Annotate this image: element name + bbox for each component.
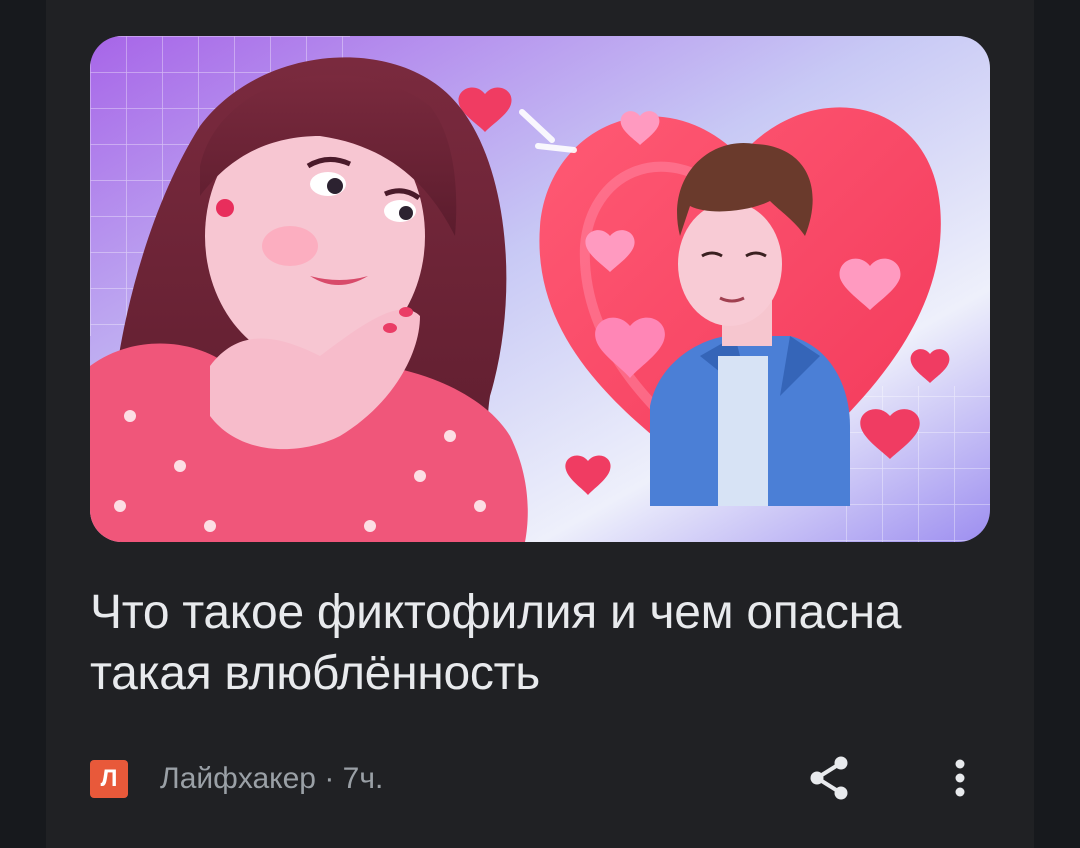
- meta-separator: ·: [316, 762, 343, 795]
- article-headline[interactable]: Что такое фиктофилия и чем опасна такая …: [90, 582, 970, 704]
- news-card[interactable]: Что такое фиктофилия и чем опасна такая …: [46, 0, 1034, 848]
- article-age: 7ч.: [342, 762, 384, 795]
- share-button[interactable]: [802, 752, 858, 804]
- more-vert-icon: [955, 759, 965, 797]
- article-image[interactable]: [90, 36, 990, 542]
- article-meta: Л Лайфхакер · 7ч.: [90, 752, 990, 804]
- source-logo: Л: [90, 760, 128, 798]
- source-name: Лайфхакер: [160, 762, 316, 795]
- source-line[interactable]: Лайфхакер · 7ч.: [160, 762, 383, 796]
- share-icon: [810, 756, 848, 800]
- more-options-button[interactable]: [942, 752, 978, 804]
- article-illustration: [90, 36, 990, 542]
- screen: Что такое фиктофилия и чем опасна такая …: [0, 0, 1080, 848]
